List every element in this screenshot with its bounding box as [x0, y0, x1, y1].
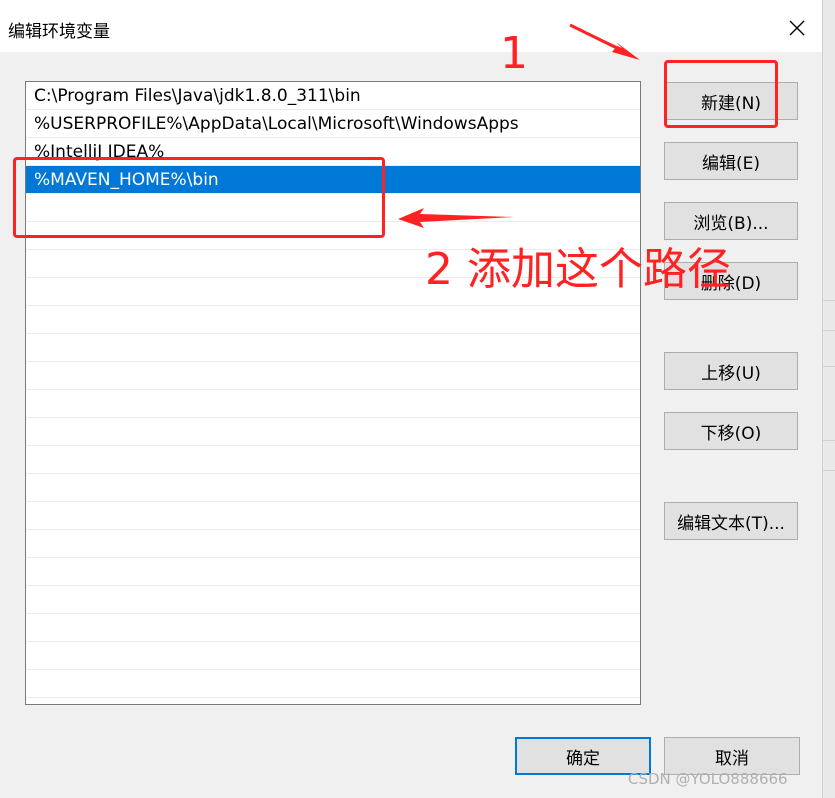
watermark: CSDN @YOLO888666 — [628, 770, 788, 788]
annotation-arrows — [398, 23, 640, 228]
arrow-to-maven-path — [398, 208, 514, 228]
